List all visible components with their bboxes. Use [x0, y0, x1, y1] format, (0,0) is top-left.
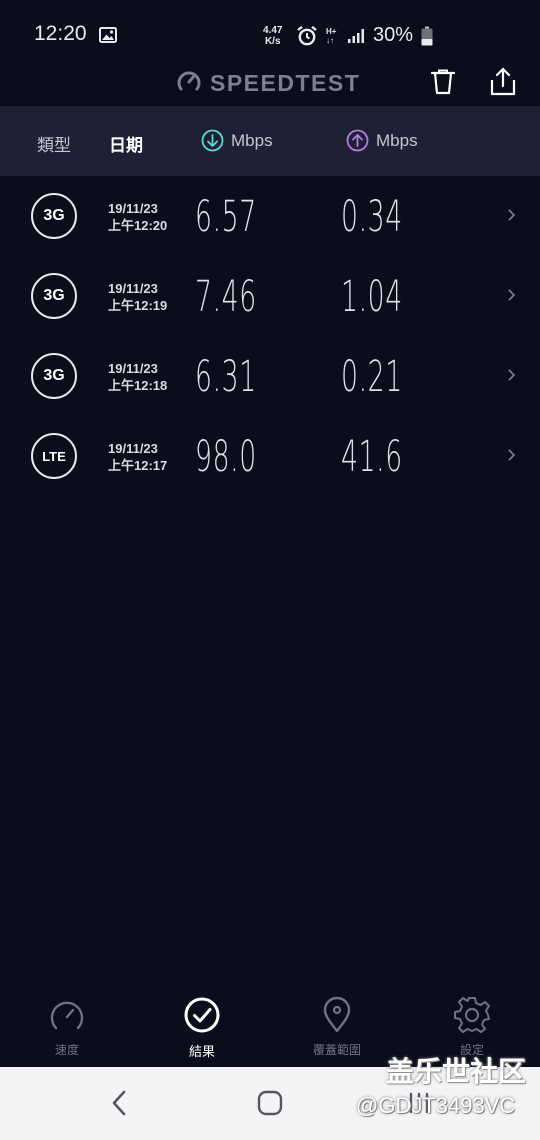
- home-icon[interactable]: [256, 1089, 284, 1121]
- result-datetime: 19/11/23 上午12:17: [108, 440, 167, 474]
- chevron-right-icon: [507, 447, 517, 466]
- network-type-indicator: H+ ↓↑: [326, 27, 336, 45]
- nav-coverage[interactable]: 覆蓋範圍: [287, 995, 387, 1058]
- data-arrows-icon: ↓↑: [326, 36, 334, 45]
- download-value: 98.0: [195, 432, 257, 482]
- alarm-icon: [296, 25, 318, 51]
- network-speed-value: 4.47: [263, 25, 283, 36]
- share-icon[interactable]: [489, 67, 517, 101]
- upload-unit: Mbps: [376, 130, 418, 150]
- column-upload[interactable]: Mbps: [346, 129, 418, 152]
- column-date[interactable]: 日期: [109, 131, 143, 156]
- chevron-right-icon: [507, 207, 517, 226]
- result-datetime: 19/11/23 上午12:18: [108, 360, 167, 394]
- upload-arrow-icon: [346, 129, 369, 152]
- result-date: 19/11/23: [108, 201, 158, 216]
- watermark-title: 盖乐世社区: [386, 1055, 527, 1088]
- nav-speed[interactable]: 速度: [17, 995, 117, 1058]
- connection-type-badge: LTE: [31, 433, 77, 479]
- nav-coverage-label: 覆蓋範圍: [312, 1043, 361, 1057]
- result-row[interactable]: LTE 19/11/23 上午12:17 98.0 41.6: [0, 416, 540, 496]
- result-date: 19/11/23: [108, 361, 158, 376]
- column-type[interactable]: 類型: [37, 131, 71, 156]
- download-arrow-icon: [201, 129, 224, 152]
- nav-results[interactable]: 結果: [152, 995, 252, 1060]
- speedtest-logo: SPEEDTEST: [176, 68, 360, 98]
- speedometer-icon: [50, 1001, 84, 1030]
- delete-trash-icon[interactable]: [430, 68, 456, 100]
- check-circle-icon: [184, 997, 220, 1033]
- connection-type-badge: 3G: [31, 273, 77, 319]
- result-date: 19/11/23: [108, 441, 158, 456]
- gauge-logo-icon: [176, 68, 202, 98]
- network-type-text: H+: [326, 27, 337, 36]
- watermark-handle: @GDJT3493VC: [356, 1093, 516, 1118]
- upload-value: 1.04: [341, 272, 403, 322]
- download-value: 6.57: [195, 192, 257, 242]
- upload-value: 41.6: [341, 432, 403, 482]
- app-header: SPEEDTEST: [0, 58, 540, 106]
- network-speed-indicator: 4.47 K/s: [263, 25, 282, 47]
- result-time: 上午12:19: [108, 298, 168, 313]
- result-row[interactable]: 3G 19/11/23 上午12:20 6.57 0.34: [0, 176, 540, 256]
- upload-value: 0.21: [341, 352, 403, 402]
- battery-icon: [421, 26, 433, 50]
- gear-icon: [454, 997, 490, 1033]
- chevron-right-icon: [507, 287, 517, 306]
- nav-settings[interactable]: 設定: [422, 995, 522, 1058]
- back-icon[interactable]: [108, 1089, 132, 1121]
- column-download[interactable]: Mbps: [201, 129, 273, 152]
- results-list: 3G 19/11/23 上午12:20 6.57 0.34 3G 19/11/2…: [0, 176, 540, 496]
- download-value: 6.31: [195, 352, 257, 402]
- connection-type-badge: 3G: [31, 193, 77, 239]
- location-pin-icon: [323, 996, 351, 1033]
- result-time: 上午12:20: [108, 218, 168, 233]
- network-speed-unit: K/s: [264, 36, 281, 47]
- gallery-notification-icon: [99, 27, 117, 47]
- result-datetime: 19/11/23 上午12:19: [108, 280, 167, 314]
- result-date: 19/11/23: [108, 281, 158, 296]
- download-unit: Mbps: [231, 130, 273, 150]
- result-datetime: 19/11/23 上午12:20: [108, 200, 167, 234]
- result-time: 上午12:17: [108, 458, 168, 473]
- status-time: 12:20: [34, 22, 87, 45]
- connection-type-badge: 3G: [31, 353, 77, 399]
- chevron-right-icon: [507, 367, 517, 386]
- results-column-header: 類型 日期 Mbps Mbps: [0, 106, 540, 176]
- result-row[interactable]: 3G 19/11/23 上午12:19 7.46 1.04: [0, 256, 540, 336]
- result-time: 上午12:18: [108, 378, 168, 393]
- nav-results-label: 結果: [188, 1045, 215, 1060]
- result-row[interactable]: 3G 19/11/23 上午12:18 6.31 0.21: [0, 336, 540, 416]
- download-value: 7.46: [195, 272, 257, 322]
- logo-text: SPEEDTEST: [210, 69, 361, 96]
- battery-percent: 30%: [373, 24, 414, 46]
- signal-icon: [347, 28, 367, 48]
- nav-speed-label: 速度: [54, 1043, 79, 1057]
- upload-value: 0.34: [341, 192, 403, 242]
